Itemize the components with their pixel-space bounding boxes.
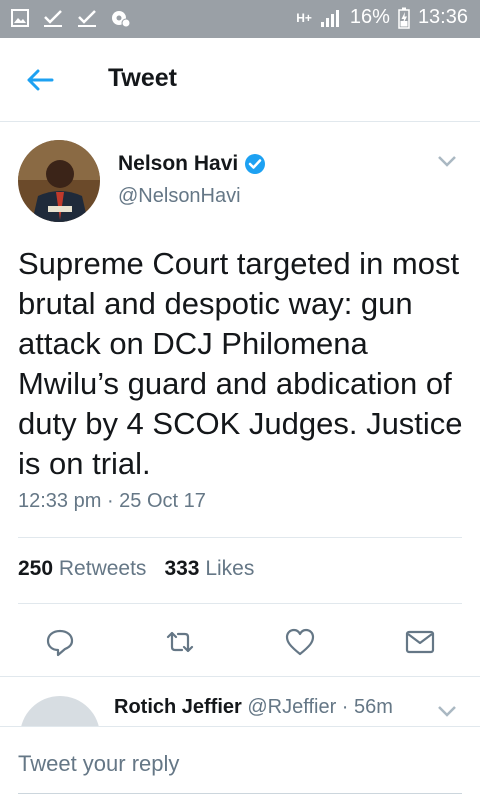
signal-icon	[320, 8, 342, 28]
reply-input-underline	[18, 793, 462, 794]
retweet-icon	[166, 631, 194, 653]
author-name[interactable]: Nelson Havi	[118, 152, 238, 176]
reply-handle-time: @RJeffier · 56m	[247, 696, 393, 718]
battery-percent: 16%	[349, 6, 390, 28]
reply-icon	[46, 629, 74, 657]
reply-button[interactable]	[44, 626, 76, 658]
status-bar: H+ 16% 13:36	[0, 0, 480, 38]
heart-icon	[285, 628, 315, 656]
direct-message-button[interactable]	[404, 626, 436, 658]
mail-icon	[405, 630, 435, 654]
image-icon	[10, 8, 30, 28]
tweet-timestamp: 12:33 pm · 25 Oct 17	[18, 490, 206, 512]
like-button[interactable]	[284, 626, 316, 658]
tweet-actions	[0, 620, 480, 664]
check-icon	[76, 8, 98, 28]
status-left-icons	[10, 8, 132, 28]
retweets-count: 250	[18, 557, 54, 580]
section-divider	[0, 676, 480, 677]
page-title: Tweet	[108, 64, 177, 92]
reply-author-row[interactable]: Rotich Jeffier @RJeffier · 56m	[114, 696, 393, 719]
chevron-down-icon[interactable]	[436, 704, 458, 718]
divider	[18, 603, 462, 604]
author-avatar[interactable]	[18, 140, 100, 222]
reply-author-name[interactable]: Rotich Jeffier	[114, 696, 242, 718]
likes-count: 333	[164, 557, 200, 580]
app-bar: Tweet	[0, 38, 480, 122]
battery-charging-icon	[398, 7, 410, 29]
reply-input[interactable]: Tweet your reply	[18, 751, 179, 777]
back-button[interactable]	[22, 64, 58, 96]
likes-stat[interactable]: 333 Likes	[164, 557, 254, 581]
tweet-stats: 250 Retweets 333 Likes	[18, 557, 254, 581]
retweets-label: Retweets	[58, 557, 147, 580]
reply-bar: Tweet your reply	[0, 726, 480, 800]
tweet-text: Supreme Court targeted in most brutal an…	[18, 246, 463, 481]
network-type: H+	[296, 10, 312, 25]
status-right: H+ 16% 13:36	[296, 6, 468, 29]
arrow-left-icon	[27, 69, 54, 91]
retweet-button[interactable]	[164, 626, 196, 658]
retweets-stat[interactable]: 250 Retweets	[18, 557, 146, 581]
author-name-row[interactable]: Nelson Havi	[118, 152, 266, 176]
author-handle[interactable]: @NelsonHavi	[118, 185, 241, 208]
chevron-down-icon[interactable]	[436, 154, 458, 168]
settings-icon	[110, 8, 132, 28]
divider	[18, 537, 462, 538]
clock: 13:36	[417, 6, 468, 28]
likes-label: Likes	[205, 557, 255, 580]
check-icon	[42, 8, 64, 28]
verified-badge-icon	[244, 153, 266, 175]
